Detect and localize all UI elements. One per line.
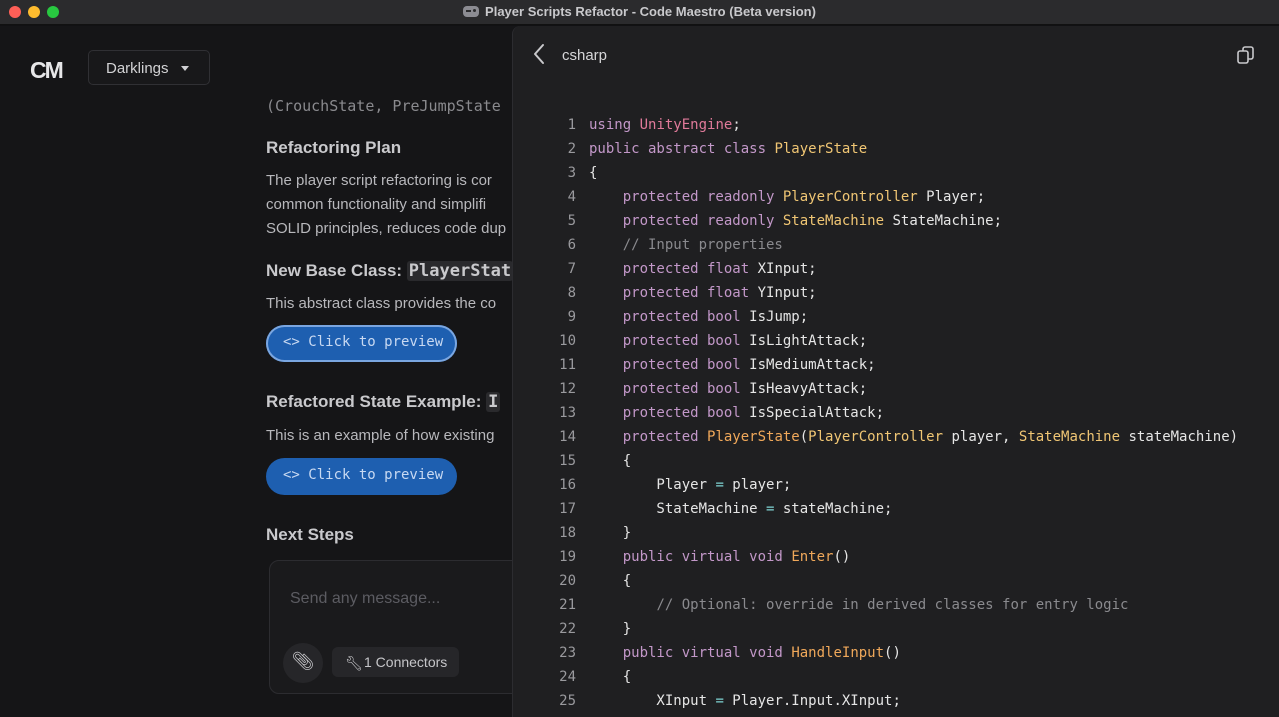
code-text: protected PlayerState(PlayerController p…: [622, 429, 1239, 445]
code-text: protected float XInput;: [622, 261, 817, 277]
connectors-button[interactable]: 🔧︎ 1 Connectors: [332, 647, 459, 677]
line-number: 21: [559, 597, 576, 613]
code-text: protected readonly PlayerController Play…: [622, 189, 986, 205]
line-number: 8: [567, 285, 576, 301]
message-input[interactable]: Send any message...: [290, 590, 440, 608]
paragraph-line: The player script refactoring is cor: [266, 172, 492, 189]
line-number: 7: [567, 261, 576, 277]
app-logo[interactable]: CM: [30, 57, 64, 84]
code-text: public abstract class PlayerState: [589, 141, 868, 157]
code-text: {: [589, 165, 598, 181]
window-title-text: Player Scripts Refactor - Code Maestro (…: [485, 4, 816, 19]
line-number: 13: [559, 405, 576, 421]
line-number: 24: [559, 669, 576, 685]
code-text: }: [589, 525, 632, 541]
click-to-preview-button[interactable]: <> Click to preview: [266, 325, 457, 362]
attach-button[interactable]: 📎︎: [283, 643, 323, 683]
line-number: 4: [567, 189, 576, 205]
code-text: XInput = Player.Input.XInput;: [589, 693, 901, 709]
message-composer[interactable]: Send any message... 📎︎ 🔧︎ 1 Connectors: [269, 560, 526, 694]
line-number: 10: [559, 333, 576, 349]
paragraph-line: This abstract class provides the co: [266, 295, 497, 312]
code-text: protected bool IsHeavyAttack;: [622, 381, 868, 397]
line-number: 12: [559, 381, 576, 397]
code-text: }: [589, 621, 632, 637]
workspace-label: Darklings: [106, 60, 169, 77]
line-number: 17: [559, 501, 576, 517]
section-title-text: New Base Class:: [266, 261, 407, 280]
paragraph-line: This is an example of how existing: [266, 427, 495, 444]
code-text: public virtual void Enter(): [622, 549, 851, 565]
code-text: protected float YInput;: [622, 285, 817, 301]
line-number: 16: [559, 477, 576, 493]
clipped-code-text: (CrouchState, PreJumpState: [266, 97, 501, 115]
paragraph-line: SOLID principles, reduces code dup: [266, 220, 507, 237]
paperclip-icon: 📎︎: [291, 651, 315, 671]
section-title-text: Refactored State Example:: [266, 392, 487, 411]
code-text: protected bool IsMediumAttack;: [622, 357, 876, 373]
code-text: protected bool IsJump;: [622, 309, 809, 325]
code-language-label: csharp: [562, 47, 608, 64]
code-text: using UnityEngine;: [589, 117, 741, 133]
code-text: public virtual void HandleInput(): [622, 645, 901, 661]
code-preview-panel: csharp 1 using UnityEngine; 2 public abstra…: [512, 26, 1279, 717]
line-number: 2: [567, 141, 576, 157]
code-text: {: [589, 669, 632, 685]
line-number: 20: [559, 573, 576, 589]
click-to-preview-button[interactable]: <> Click to preview: [266, 458, 457, 495]
section-title-code: I: [486, 392, 501, 412]
gamepad-icon: [463, 6, 480, 17]
line-number: 11: [559, 357, 576, 373]
code-text: protected readonly StateMachine StateMac…: [622, 213, 1003, 229]
line-number: 3: [567, 165, 576, 181]
code-text: StateMachine = stateMachine;: [589, 501, 893, 517]
section-title-state-example: Refactored State Example: I: [266, 392, 501, 412]
section-title-base-class: New Base Class: PlayerStat: [266, 261, 514, 281]
wrench-icon: 🔧︎: [345, 655, 363, 671]
code-text: protected bool IsSpecialAttack;: [622, 405, 885, 421]
window-title: Player Scripts Refactor - Code Maestro (…: [0, 4, 1279, 19]
chat-transcript: (CrouchState, PreJumpState Refactoring P…: [266, 26, 526, 717]
line-number: 5: [567, 213, 576, 229]
section-title-next-steps: Next Steps: [266, 525, 354, 544]
line-number: 15: [559, 453, 576, 469]
section-title-code: PlayerStat: [406, 261, 514, 281]
copy-icon[interactable]: [1237, 46, 1255, 64]
line-number: 18: [559, 525, 576, 541]
connectors-label: 1 Connectors: [364, 654, 448, 670]
line-number: 23: [559, 645, 576, 661]
line-number: 25: [559, 693, 576, 709]
line-number: 6: [567, 237, 576, 253]
chevron-down-icon: [181, 66, 189, 71]
code-text: protected bool IsLightAttack;: [622, 333, 868, 349]
code-text: Player = player;: [589, 477, 792, 493]
section-title-refactoring-plan: Refactoring Plan: [266, 138, 402, 157]
code-text: {: [589, 573, 632, 589]
line-number: 22: [559, 621, 576, 637]
line-number: 14: [559, 429, 576, 445]
line-number: 1: [567, 117, 576, 133]
window-titlebar: Player Scripts Refactor - Code Maestro (…: [0, 0, 1279, 25]
workspace-dropdown[interactable]: Darklings: [88, 50, 210, 85]
chevron-left-icon[interactable]: [529, 42, 549, 66]
paragraph-line: common functionality and simplifi: [266, 196, 487, 213]
line-number: 19: [559, 549, 576, 565]
line-number: 9: [567, 309, 576, 325]
code-text: {: [589, 453, 632, 469]
code-text: // Optional: override in derived classes…: [656, 597, 1129, 613]
code-text: // Input properties: [622, 237, 783, 253]
